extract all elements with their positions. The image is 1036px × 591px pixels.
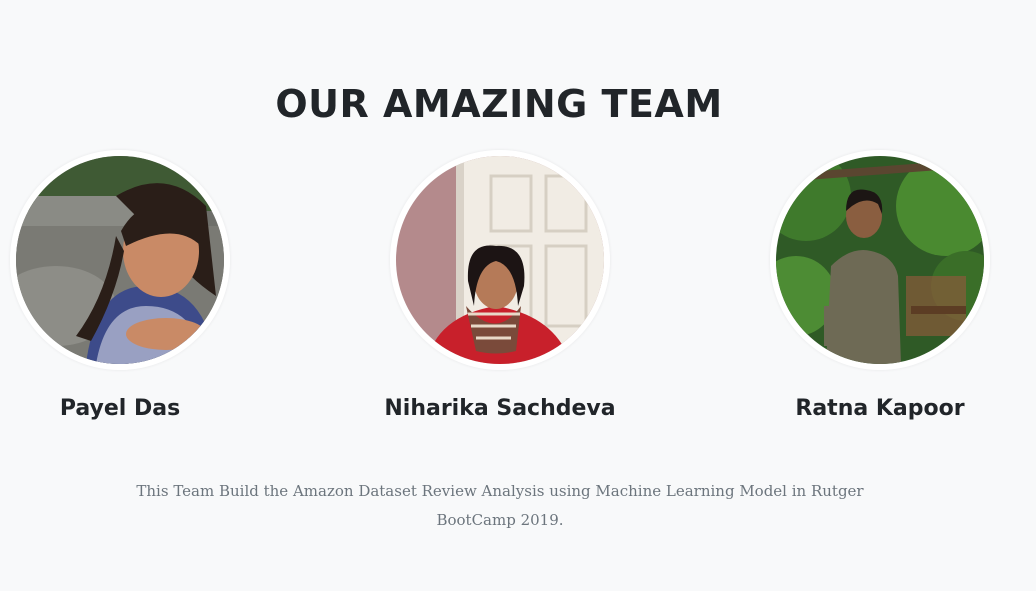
- member-name: Payel Das: [59, 396, 181, 421]
- team-description: This Team Build the Amazon Dataset Revie…: [136, 482, 864, 529]
- team-member-card: Payel Das: [5, 150, 235, 421]
- avatar: [770, 150, 990, 370]
- avatar: [390, 150, 610, 370]
- member-name: Niharika Sachdeva: [384, 396, 616, 421]
- team-member-card: Ratna Kapoor: [765, 150, 995, 421]
- member-photo: [16, 156, 224, 364]
- member-name: Ratna Kapoor: [795, 396, 965, 421]
- team-member-card: Niharika Sachdeva: [384, 150, 616, 421]
- member-photo: [396, 156, 604, 364]
- section-title: OUR AMAZING TEAM: [275, 82, 723, 126]
- avatar: [10, 150, 230, 370]
- member-photo: [776, 156, 984, 364]
